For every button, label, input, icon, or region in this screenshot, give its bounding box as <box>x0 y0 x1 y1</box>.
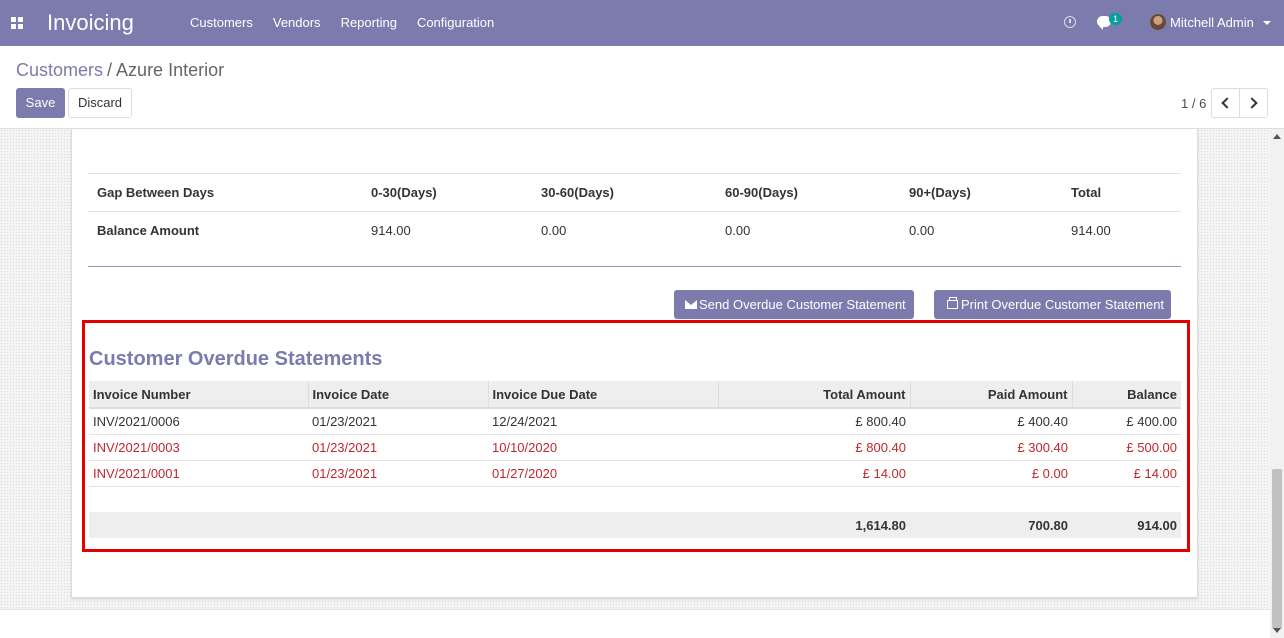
footer-area <box>0 609 1270 638</box>
column-header-total-amount[interactable]: Total Amount <box>718 381 911 409</box>
apps-menu-icon[interactable] <box>11 17 23 29</box>
form-view-background: Gap Between Days 0-30(Days) 30-60(Days) … <box>0 129 1270 609</box>
empty-row <box>89 486 1181 512</box>
app-title[interactable]: Invoicing <box>47 10 134 36</box>
print-overdue-statement-button[interactable]: Print Overdue Customer Statement <box>934 290 1171 319</box>
total-amount-cell: £ 800.40 <box>718 408 910 435</box>
user-avatar[interactable] <box>1150 14 1166 30</box>
column-header-invoice-number[interactable]: Invoice Number <box>89 381 309 409</box>
balance-cell: £ 14.00 <box>1072 460 1181 487</box>
vertical-scrollbar[interactable] <box>1270 129 1284 638</box>
discard-button[interactable]: Discard <box>68 88 132 118</box>
envelope-icon <box>685 300 697 309</box>
total-amount-cell: £ 800.40 <box>718 434 910 461</box>
save-button[interactable]: Save <box>16 88 65 118</box>
total-amount-cell: £ 14.00 <box>718 460 910 487</box>
activity-clock-icon[interactable] <box>1064 16 1076 28</box>
paid-amount-cell: £ 0.00 <box>910 460 1072 487</box>
column-header-paid-amount[interactable]: Paid Amount <box>910 381 1073 409</box>
column-header-invoice-due-date[interactable]: Invoice Due Date <box>488 381 719 409</box>
chevron-left-icon <box>1221 97 1233 109</box>
paid-amount-sum: 700.80 <box>910 512 1072 538</box>
breadcrumb-current: Azure Interior <box>116 60 225 80</box>
aging-cell: 0.00 <box>532 211 716 250</box>
pager-next-button[interactable] <box>1239 88 1268 118</box>
table-row[interactable]: INV/2021/0006 01/23/2021 12/24/2021 £ 80… <box>89 408 1181 435</box>
invoice-date-cell: 01/23/2021 <box>308 460 488 487</box>
balance-cell: £ 400.00 <box>1072 408 1181 435</box>
overdue-statements-table: Invoice Number Invoice Date Invoice Due … <box>89 381 1181 538</box>
print-overdue-statement-label: Print Overdue Customer Statement <box>961 297 1165 312</box>
chevron-right-icon <box>1246 97 1258 109</box>
breadcrumb-separator: / <box>107 60 113 80</box>
menu-item-customers[interactable]: Customers <box>190 15 253 30</box>
invoice-due-date-cell: 01/27/2020 <box>488 460 718 487</box>
messages-count-badge: 1 <box>1109 13 1123 25</box>
scroll-down-arrow-icon[interactable] <box>1273 628 1281 633</box>
top-navbar: Invoicing Customers Vendors Reporting Co… <box>0 0 1284 46</box>
section-divider <box>88 266 1181 267</box>
printer-icon <box>947 297 958 309</box>
menu-item-configuration[interactable]: Configuration <box>417 15 494 30</box>
total-amount-sum: 1,614.80 <box>718 512 910 538</box>
aging-cell: 0.00 <box>900 211 1062 250</box>
invoice-due-date-cell: 10/10/2020 <box>488 434 718 461</box>
send-overdue-statement-button[interactable]: Send Overdue Customer Statement <box>674 290 914 319</box>
invoice-number-cell: INV/2021/0003 <box>89 434 308 461</box>
totals-row: 1,614.80 700.80 914.00 <box>89 512 1181 538</box>
invoice-date-cell: 01/23/2021 <box>308 434 488 461</box>
aging-cell: 914.00 <box>1062 211 1181 250</box>
invoice-number-cell: INV/2021/0006 <box>89 408 308 435</box>
aging-table: Gap Between Days 0-30(Days) 30-60(Days) … <box>88 173 1181 250</box>
aging-header-cell: Total <box>1062 173 1181 212</box>
control-panel: Customers / Azure Interior Save Discard 1 … <box>0 46 1284 129</box>
overdue-section-title: Customer Overdue Statements <box>89 348 383 370</box>
invoice-number-cell: INV/2021/0001 <box>89 460 308 487</box>
aging-header-cell: Gap Between Days <box>88 173 362 212</box>
scroll-up-arrow-icon[interactable] <box>1273 134 1281 139</box>
caret-down-icon[interactable] <box>1263 21 1271 25</box>
pager-previous-button[interactable] <box>1211 88 1240 118</box>
paid-amount-cell: £ 300.40 <box>910 434 1072 461</box>
aging-cell: 0.00 <box>716 211 900 250</box>
aging-header-row: Gap Between Days 0-30(Days) 30-60(Days) … <box>88 173 1181 212</box>
aging-cell: Balance Amount <box>88 211 362 250</box>
menu-item-reporting[interactable]: Reporting <box>341 15 397 30</box>
user-menu-name[interactable]: Mitchell Admin <box>1170 15 1254 30</box>
breadcrumb-customers[interactable]: Customers <box>16 60 103 80</box>
aging-header-cell: 60-90(Days) <box>716 173 900 212</box>
overdue-header-row: Invoice Number Invoice Date Invoice Due … <box>89 381 1181 409</box>
balance-cell: £ 500.00 <box>1072 434 1181 461</box>
aging-header-cell: 0-30(Days) <box>362 173 532 212</box>
main-menu: Customers Vendors Reporting Configuratio… <box>190 15 514 30</box>
aging-header-cell: 90+(Days) <box>900 173 1062 212</box>
menu-item-vendors[interactable]: Vendors <box>273 15 321 30</box>
aging-cell: 914.00 <box>362 211 532 250</box>
paid-amount-cell: £ 400.40 <box>910 408 1072 435</box>
column-header-invoice-date[interactable]: Invoice Date <box>308 381 489 409</box>
pager-value[interactable]: 1 / 6 <box>1181 96 1206 111</box>
table-row[interactable]: INV/2021/0003 01/23/2021 10/10/2020 £ 80… <box>89 434 1181 461</box>
aging-header-cell: 30-60(Days) <box>532 173 716 212</box>
aging-balance-row: Balance Amount 914.00 0.00 0.00 0.00 914… <box>88 211 1181 250</box>
table-row[interactable]: INV/2021/0001 01/23/2021 01/27/2020 £ 14… <box>89 460 1181 487</box>
balance-sum: 914.00 <box>1072 512 1181 538</box>
scrollbar-thumb[interactable] <box>1272 469 1282 629</box>
invoice-due-date-cell: 12/24/2021 <box>488 408 718 435</box>
breadcrumb: Customers / Azure Interior <box>16 60 224 81</box>
column-header-balance[interactable]: Balance <box>1072 381 1181 409</box>
send-overdue-statement-label: Send Overdue Customer Statement <box>699 297 906 312</box>
invoice-date-cell: 01/23/2021 <box>308 408 488 435</box>
